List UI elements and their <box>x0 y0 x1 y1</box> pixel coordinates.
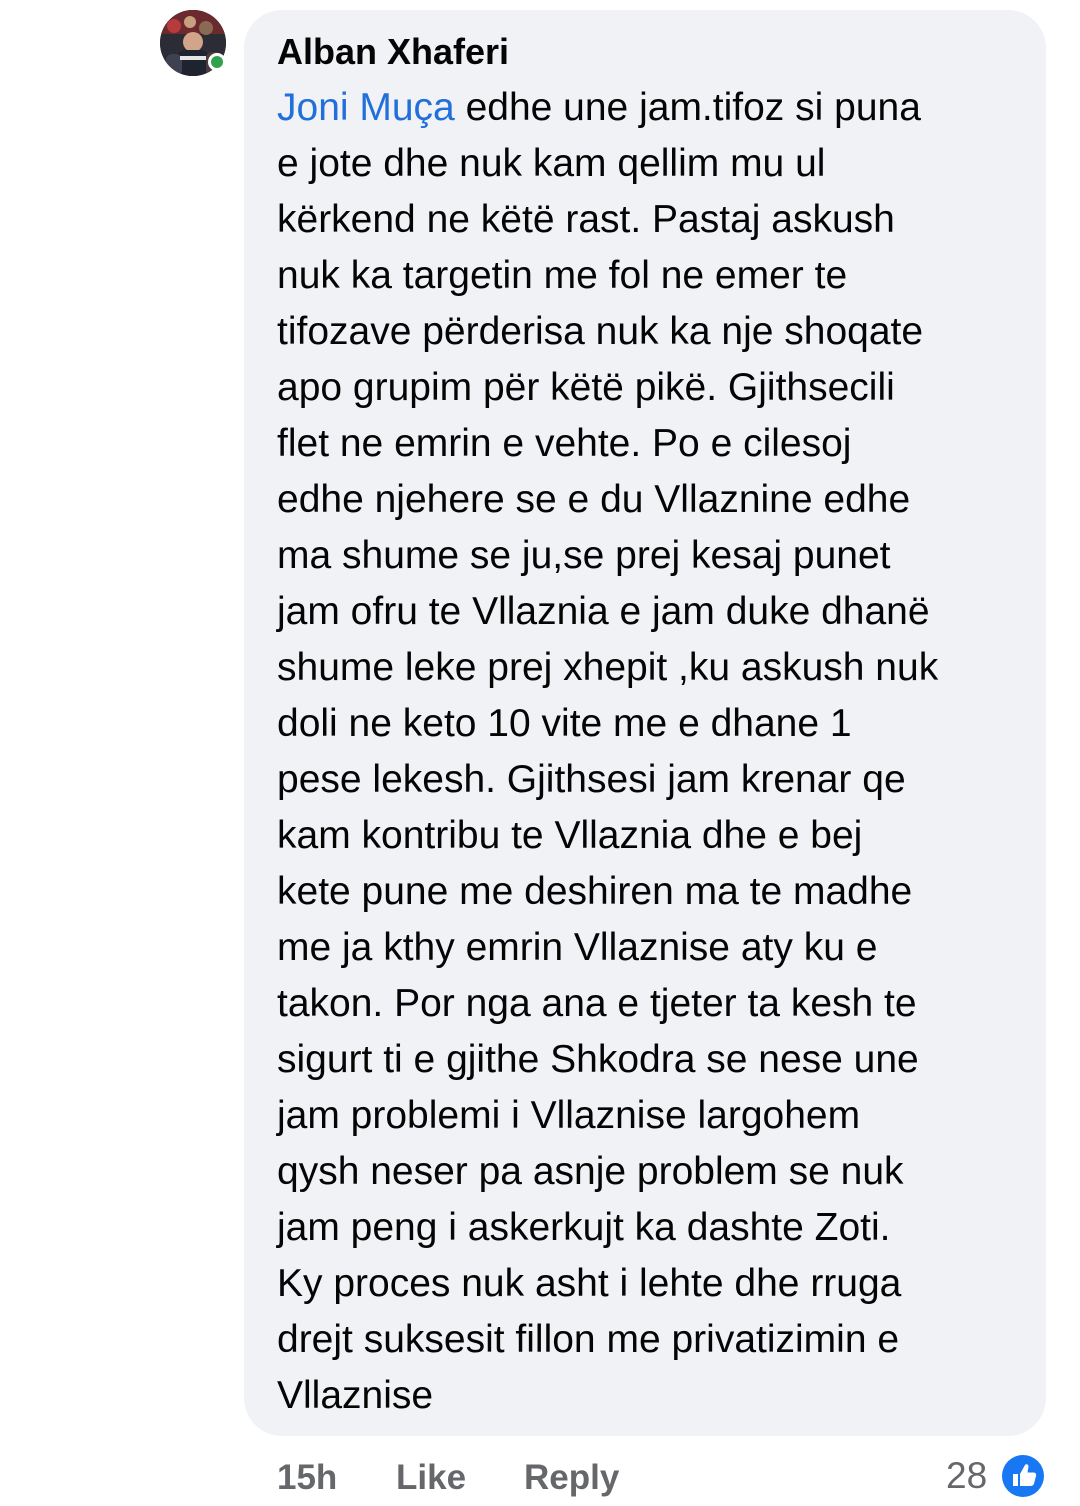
mention-link[interactable]: Joni Muça <box>277 86 455 129</box>
thumbs-up-icon[interactable] <box>1000 1453 1046 1499</box>
comment-author-name[interactable]: Alban Xhaferi <box>277 30 509 74</box>
online-status-dot <box>208 53 226 71</box>
reaction-count[interactable]: 28 <box>946 1454 987 1498</box>
comment-text: Joni Muça edhe une jam.tifoz si puna e j… <box>277 80 1022 1424</box>
like-button[interactable]: Like <box>396 1456 466 1500</box>
comment-timestamp[interactable]: 15h <box>277 1456 337 1500</box>
reply-button[interactable]: Reply <box>524 1456 619 1500</box>
comment-body: edhe une jam.tifoz si puna e jote dhe nu… <box>277 86 939 1417</box>
